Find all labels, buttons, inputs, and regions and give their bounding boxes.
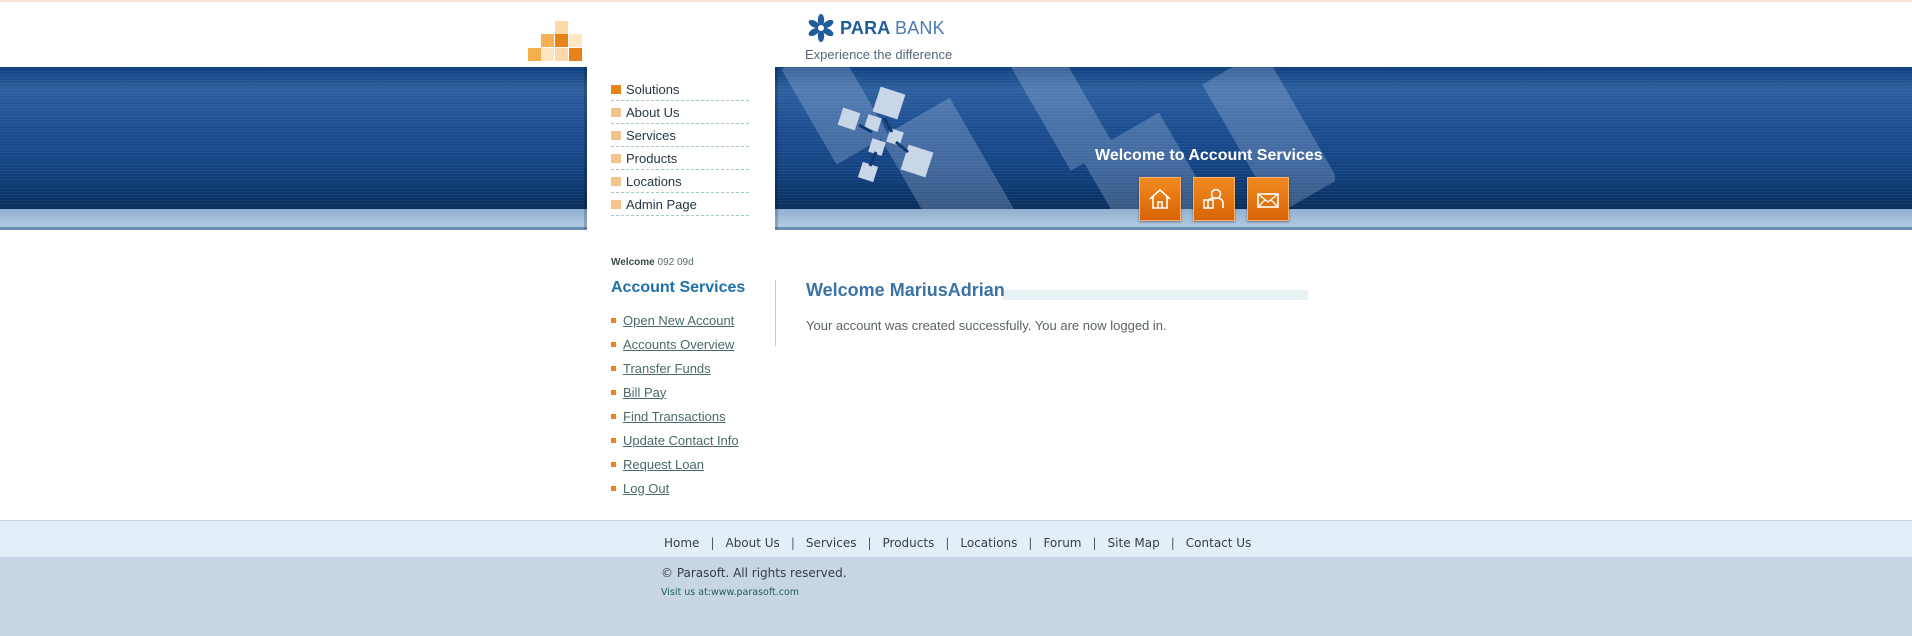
list-item: Request Loan: [611, 452, 739, 476]
banner-strip: [0, 209, 1912, 229]
nav-column-shadow-right: [775, 67, 778, 229]
top-nav: Solutions About Us Services Products Loc…: [611, 78, 749, 216]
orange-bullet-icon: [611, 341, 616, 347]
banner-welcome-text: Welcome to Account Services: [1095, 147, 1323, 164]
nav-bullet-icon: [611, 107, 621, 117]
list-item: Bill Pay: [611, 380, 739, 404]
footer-nav: Home | About Us | Services | Products | …: [664, 536, 1251, 550]
brand-logo[interactable]: PARA BANK: [806, 13, 945, 43]
nav-bullet-icon: [611, 84, 621, 94]
footer-link-contact-us[interactable]: Contact Us: [1186, 536, 1252, 550]
banner-edge: [0, 227, 1912, 230]
orange-bullet-icon: [611, 437, 616, 443]
topnav-item-locations[interactable]: Locations: [611, 170, 749, 193]
topnav-item-products[interactable]: Products: [611, 147, 749, 170]
footer-link-site-map[interactable]: Site Map: [1108, 536, 1160, 550]
footer-link-products[interactable]: Products: [883, 536, 935, 550]
account-services-title: Account Services: [611, 279, 746, 296]
footer-link-forum[interactable]: Forum: [1043, 536, 1081, 550]
topnav-item-solutions[interactable]: Solutions: [611, 78, 749, 101]
mail-button[interactable]: [1247, 177, 1289, 221]
title-underline-bar: [1003, 290, 1308, 300]
footer-link-home[interactable]: Home: [664, 536, 699, 550]
parasoft-link[interactable]: www.parasoft.com: [711, 587, 799, 598]
home-button[interactable]: [1139, 177, 1181, 221]
transfer-funds-link[interactable]: Transfer Funds: [623, 361, 711, 376]
footer-separator: |: [867, 536, 872, 550]
nav-bullet-icon: [611, 199, 621, 209]
list-item: Transfer Funds: [611, 356, 739, 380]
footer-bottom: [0, 557, 1912, 636]
footer-separator: |: [945, 536, 950, 550]
list-item: Log Out: [611, 476, 739, 500]
topnav-item-services[interactable]: Services: [611, 124, 749, 147]
nav-bullet-icon: [611, 176, 621, 186]
topnav-item-admin-page[interactable]: Admin Page: [611, 193, 749, 216]
footer-link-about-us[interactable]: About Us: [725, 536, 779, 550]
account-services-list: Open New Account Accounts Overview Trans…: [611, 308, 739, 500]
brand-name: PARA BANK: [840, 17, 945, 38]
footer-link-services[interactable]: Services: [806, 536, 857, 550]
footer-link-locations[interactable]: Locations: [960, 536, 1017, 550]
top-line: [0, 0, 1912, 2]
orange-bullet-icon: [611, 317, 616, 323]
request-loan-link[interactable]: Request Loan: [623, 457, 704, 472]
tagline: Experience the difference: [805, 47, 953, 62]
page-title: Welcome MariusAdrian: [806, 280, 1005, 300]
footer-separator: |: [710, 536, 715, 550]
home-icon: [1149, 188, 1171, 209]
orange-bullet-icon: [611, 365, 616, 371]
nav-bullet-icon: [611, 130, 621, 140]
open-new-account-link[interactable]: Open New Account: [623, 313, 734, 328]
services-arrows-icon: [837, 86, 934, 183]
mail-icon: [1257, 193, 1279, 208]
footer-separator: |: [1170, 536, 1175, 550]
column-divider: [775, 280, 776, 346]
welcome-user: Welcome 092 09d: [611, 257, 694, 268]
footer-separator: |: [1092, 536, 1097, 550]
success-message: Your account was created successfully. Y…: [806, 318, 1167, 333]
list-item: Find Transactions: [611, 404, 739, 428]
log-out-link[interactable]: Log Out: [623, 481, 669, 496]
contact-icon: [1203, 188, 1224, 209]
nav-bullet-icon: [611, 153, 621, 163]
topnav-item-about-us[interactable]: About Us: [611, 101, 749, 124]
list-item: Accounts Overview: [611, 332, 739, 356]
visit-us: Visit us at:www.parasoft.com: [661, 587, 800, 598]
footer-separator: |: [790, 536, 795, 550]
accounts-overview-link[interactable]: Accounts Overview: [623, 337, 734, 352]
find-transactions-link[interactable]: Find Transactions: [623, 409, 726, 424]
orange-bullet-icon: [611, 389, 616, 395]
parabank-flower-icon: [808, 14, 834, 42]
bill-pay-link[interactable]: Bill Pay: [623, 385, 666, 400]
footer-separator: |: [1028, 536, 1033, 550]
orange-bullet-icon: [611, 461, 616, 467]
orange-bullet-icon: [611, 413, 616, 419]
list-item: Update Contact Info: [611, 428, 739, 452]
copyright: © Parasoft. All rights reserved.: [661, 566, 847, 580]
contact-button[interactable]: [1193, 177, 1235, 221]
update-contact-info-link[interactable]: Update Contact Info: [623, 433, 739, 448]
list-item: Open New Account: [611, 308, 739, 332]
orange-bullet-icon: [611, 485, 616, 491]
